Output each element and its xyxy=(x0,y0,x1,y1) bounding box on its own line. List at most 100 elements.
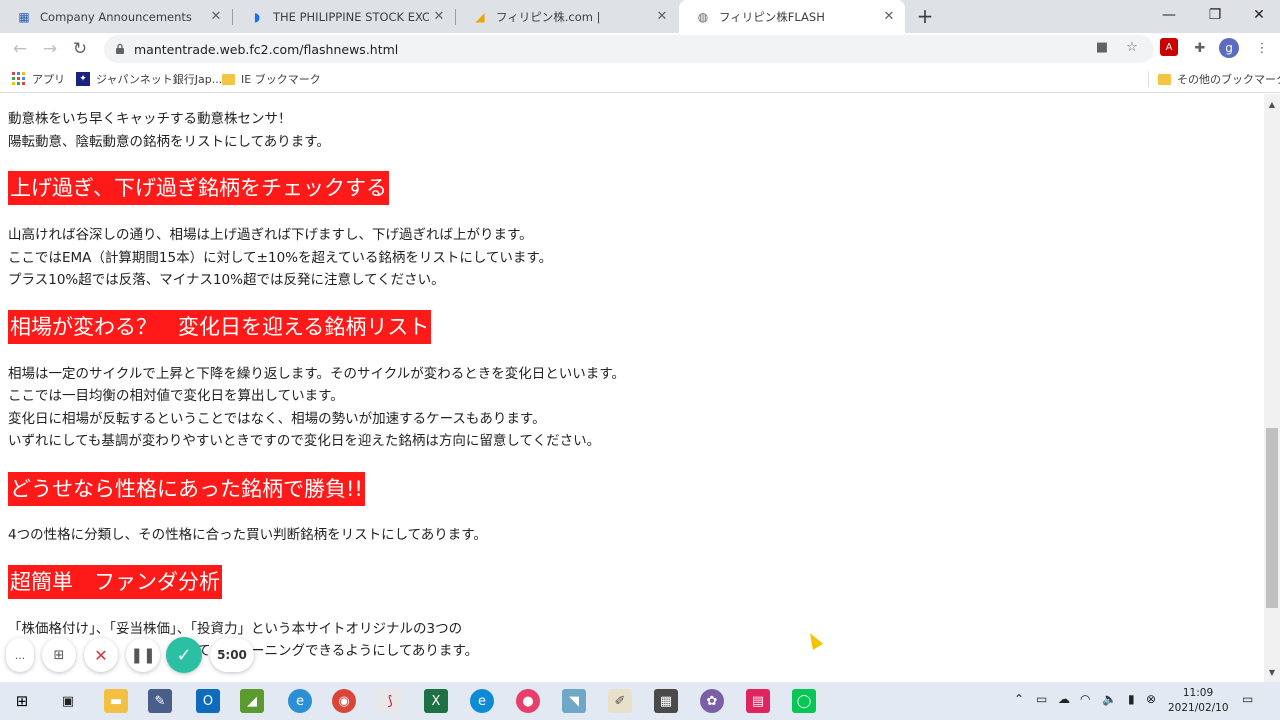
signal-icon[interactable]: ▮ xyxy=(1128,692,1135,706)
scroll-up-arrow-icon[interactable]: ▲ xyxy=(1264,96,1280,112)
edge-icon[interactable]: e xyxy=(470,689,494,713)
chart-icon: ◢ xyxy=(475,9,485,24)
battery-icon[interactable]: ▭ xyxy=(1036,692,1047,706)
section-line: ここでは一目均衡の相対値で変化日を算出しています。 xyxy=(8,388,344,404)
pdf-extension-icon[interactable]: A xyxy=(1160,38,1178,56)
maximize-icon[interactable]: ❐ xyxy=(1192,0,1238,30)
cloud-icon[interactable]: ☁ xyxy=(1058,692,1070,706)
section-line: プラス10%超では反落、マイナス10%超では反発に注意してください。 xyxy=(8,272,445,288)
tab-company-announcements[interactable]: ▦ Company Announcements ✕ xyxy=(0,0,232,33)
bookmark-other-folder[interactable]: その他のブックマーク xyxy=(1158,71,1280,87)
windows-start-icon[interactable]: ⊞ xyxy=(10,689,34,713)
url-text: mantentrade.web.fc2.com/flashnews.html xyxy=(134,41,399,57)
pse-icon: ◗ xyxy=(253,9,261,24)
section-line: 相場は一定のサイクルで上昇と下降を繰り返します。そのサイクルが変わるときを変化日… xyxy=(8,366,625,382)
scroll-down-arrow-icon[interactable]: ▼ xyxy=(1264,664,1280,680)
new-tab-plus-icon[interactable]: + xyxy=(914,5,936,27)
section-heading: 超簡単 ファンダ分析 xyxy=(8,565,222,599)
scroll-thumb[interactable] xyxy=(1266,428,1278,608)
close-tab-icon[interactable]: ✕ xyxy=(206,7,226,27)
tray-chevron-icon[interactable]: ⌃ xyxy=(1014,692,1024,706)
recorder-annotate-button[interactable]: ⊞ xyxy=(42,638,76,672)
notification-icon[interactable]: ▭ xyxy=(1242,692,1253,706)
pause-icon: ❚❚ xyxy=(130,646,156,664)
recorder-more-button[interactable]: ... xyxy=(6,638,34,672)
company-icon: ▦ xyxy=(18,9,30,24)
tab-strip: ▦ Company Announcements ✕ ◗ THE PHILIPPI… xyxy=(0,0,1280,33)
app-icon-pink[interactable]: ▤ xyxy=(746,689,770,713)
recorder-timer: 5:00 xyxy=(210,638,254,672)
task-view-icon[interactable]: ▣ xyxy=(56,689,80,713)
tab-title: フィリピン株.com | xyxy=(496,9,601,24)
section-line: ここではEMA（計算期間15本）に対して±10%を超えている銘柄をリストにしてい… xyxy=(8,250,553,266)
bookmark-star-icon[interactable]: ☆ xyxy=(1124,39,1140,55)
wifi-icon[interactable]: ◠ xyxy=(1080,692,1090,706)
close-tab-icon[interactable]: ✕ xyxy=(879,7,899,27)
tab-title: フィリピン株FLASH xyxy=(719,9,825,24)
more-label: ... xyxy=(14,648,26,662)
avatar-initial: g xyxy=(1225,41,1233,55)
checkmark-icon: ✓ xyxy=(176,644,192,666)
section-line: 変化日に相場が反転するということではなく、相場の勢いが加速するケースもあります。 xyxy=(8,411,546,427)
section-line: 山高ければ谷深しの通り、相場は上げ過ぎれば下げますし、下げ過ぎれば上がります。 xyxy=(8,227,533,243)
chrome-icon[interactable]: ◉ xyxy=(332,689,356,713)
clock-time: 11:09 xyxy=(1182,687,1214,699)
close-tab-icon[interactable]: ✕ xyxy=(652,7,672,27)
chart-app-icon[interactable]: ◢ xyxy=(240,689,264,713)
tab-title: THE PHILIPPINE STOCK EXCHANG xyxy=(273,9,429,24)
recorder-pause-button[interactable]: ❚❚ xyxy=(126,638,160,672)
apps-grid-icon xyxy=(12,72,25,85)
minimize-icon[interactable]: — xyxy=(1146,0,1192,30)
profile-avatar[interactable]: g xyxy=(1219,38,1239,58)
folder-icon xyxy=(222,73,235,85)
back-arrow-icon[interactable]: ← xyxy=(8,37,32,61)
tab-pse[interactable]: ◗ THE PHILIPPINE STOCK EXCHANG ✕ xyxy=(233,0,455,33)
file-explorer-icon[interactable]: ▬ xyxy=(104,689,128,713)
app-icon-blue[interactable]: ◥ xyxy=(562,689,586,713)
timer-text: 5:00 xyxy=(217,648,247,662)
folder-icon xyxy=(1158,73,1171,85)
internet-explorer-icon[interactable]: e xyxy=(288,689,312,713)
bookmark-ie-folder[interactable]: IE ブックマーク xyxy=(222,71,321,87)
bookmark-label: ジャパンネット銀行Jap... xyxy=(96,73,223,86)
recorder-cancel-button[interactable]: ✕ xyxy=(84,638,118,672)
bookmark-label: IE ブックマーク xyxy=(241,73,321,86)
address-bar[interactable]: mantentrade.web.fc2.com/flashnews.html xyxy=(104,35,1154,63)
blocked-icon[interactable]: ⊗ xyxy=(1146,692,1156,706)
lock-icon xyxy=(116,43,124,54)
bookmark-japannet-bank[interactable]: ✦ ジャパンネット銀行Jap... xyxy=(76,71,222,87)
section-heading: 相場が変わる？ 変化日を迎える銘柄リスト xyxy=(8,310,432,344)
crop-icon: ⊞ xyxy=(53,647,65,663)
tab-flash-active[interactable]: ◍ フィリピン株FLASH ✕ xyxy=(679,0,905,33)
volume-muted-icon[interactable]: 🔈 xyxy=(1102,692,1117,706)
page-content: 動意株をいち早くキャッチする動意株センサ！ 陽転動意、陰転動意の銘柄をリストにし… xyxy=(0,94,1264,682)
close-window-icon[interactable]: ✕ xyxy=(1236,0,1280,30)
extensions-puzzle-icon[interactable]: ✚ xyxy=(1190,38,1210,58)
excel-icon[interactable]: X xyxy=(424,689,448,713)
menu-kebab-icon[interactable]: ⋮ xyxy=(1252,38,1272,58)
forward-arrow-icon[interactable]: → xyxy=(38,37,62,61)
outlook-icon[interactable]: O xyxy=(196,689,220,713)
globe-icon: ◍ xyxy=(697,9,709,24)
taskbar-clock[interactable]: 11:09 2021/02/10 xyxy=(1168,686,1229,716)
reload-icon[interactable]: ↻ xyxy=(68,37,92,61)
paint-icon[interactable]: ✐ xyxy=(608,689,632,713)
tab-philippine-kabu[interactable]: ◢ フィリピン株.com | ✕ xyxy=(456,0,678,33)
page-scrollbar[interactable]: ▲ ▼ xyxy=(1264,94,1280,682)
bookmark-apps[interactable]: アプリ xyxy=(12,71,65,87)
camera-icon[interactable]: ■ xyxy=(1094,39,1110,55)
app-icon-purple[interactable]: ✿ xyxy=(700,689,724,713)
app-icon-red[interactable]: ⟆ xyxy=(378,689,402,713)
calculator-icon[interactable]: ▦ xyxy=(654,689,678,713)
clock-date: 2021/02/10 xyxy=(1168,702,1229,714)
intro-line: 動意株をいち早くキャッチする動意株センサ！ xyxy=(8,111,292,127)
editor-app-icon[interactable]: ✎ xyxy=(148,689,172,713)
recorder-finish-button[interactable]: ✓ xyxy=(166,637,202,673)
record-app-icon[interactable]: ● xyxy=(516,689,540,713)
browser-toolbar: ← → ↻ mantentrade.web.fc2.com/flashnews.… xyxy=(0,33,1280,65)
close-tab-icon[interactable]: ✕ xyxy=(429,7,449,27)
line-icon[interactable]: ◯ xyxy=(792,689,816,713)
section-heading: 上げ過ぎ、下げ過ぎ銘柄をチェックする xyxy=(8,171,389,205)
section-heading: どうせなら性格にあった銘柄で勝負!! xyxy=(8,472,365,506)
bookmarks-bar: アプリ ✦ ジャパンネット銀行Jap... IE ブックマーク その他のブックマ… xyxy=(0,65,1280,93)
